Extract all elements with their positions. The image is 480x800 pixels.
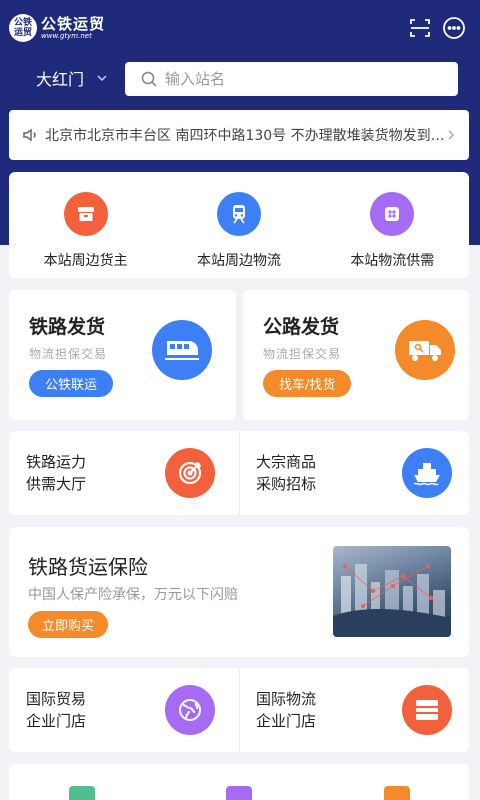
city-name: 大红门 [36, 70, 85, 89]
quick-link-label: 本站周边物流 [196, 253, 281, 269]
chevron-right-icon [448, 130, 455, 140]
rail-shipping-card[interactable]: 铁路发货 物流担保交易 公铁联运 [9, 290, 236, 420]
insurance-title: 铁路货运保险 [28, 555, 148, 579]
train-icon [216, 192, 261, 236]
road-shipping-subtitle: 物流担保交易 [263, 347, 342, 361]
rail-capacity-hall[interactable]: 铁路运力 供需大厅 [9, 431, 239, 515]
city-selector[interactable]: 大红门 [36, 66, 108, 90]
intl-trade-line2: 企业门店 [26, 712, 87, 730]
logistics-city-image [333, 546, 451, 637]
scan-icon[interactable] [408, 16, 432, 40]
international-trade-stores[interactable]: 国际贸易 企业门店 [9, 668, 239, 752]
shortcut-icon-orange[interactable] [384, 786, 410, 800]
quick-link-label: 本站物流供需 [350, 253, 435, 269]
buy-now-button[interactable]: 立即购买 [28, 611, 109, 638]
quick-link-nearby-shippers[interactable]: 本站周边货主 [9, 172, 162, 278]
bulk-commodity-line2: 采购招标 [256, 475, 317, 493]
globe-icon [165, 685, 215, 735]
quick-links-card: 本站周边货主 本站周边物流 本站物流供需 [9, 172, 469, 278]
chevron-down-icon [97, 75, 107, 82]
speaker-icon [23, 128, 36, 142]
train-icon [152, 320, 212, 380]
insurance-subtitle: 中国人保产险承保，万元以下闪赔 [28, 587, 238, 603]
shop-icon [63, 192, 108, 236]
quick-link-supply-demand[interactable]: 本站物流供需 [316, 172, 469, 278]
road-shipping-card[interactable]: 公路发货 物流担保交易 找车/找货 [243, 290, 469, 420]
search-icon [141, 71, 157, 87]
more-icon[interactable] [442, 16, 466, 40]
target-icon [165, 448, 215, 498]
international-logistics-stores[interactable]: 国际物流 企业门店 [239, 668, 469, 752]
station-search[interactable] [125, 62, 458, 96]
ship-icon [402, 448, 452, 498]
bulk-commodity-line1: 大宗商品 [256, 453, 317, 471]
quick-link-label: 本站周边货主 [43, 253, 128, 269]
rail-capacity-line2: 供需大厅 [26, 475, 87, 493]
rail-shipping-subtitle: 物流担保交易 [29, 347, 108, 361]
rail-shipping-title: 铁路发货 [29, 316, 106, 338]
capacity-row-card: 铁路运力 供需大厅 大宗商品 采购招标 [9, 431, 469, 515]
search-input[interactable] [165, 70, 445, 88]
shortcut-icon-purple[interactable] [226, 786, 252, 800]
logo-url: www.gtym.net [41, 31, 92, 40]
rail-capacity-line1: 铁路运力 [26, 453, 87, 471]
notice-bar[interactable]: 北京市北京市丰台区 南四环中路130号 不办理散堆装货物发到，不办理整车货物 [9, 110, 469, 160]
international-row-card: 国际贸易 企业门店 国际物流 企业门店 [9, 668, 469, 752]
top-bar: 公铁运贸 公铁运贸 www.gtym.net [0, 0, 480, 56]
rail-road-combined-button[interactable]: 公铁联运 [29, 370, 114, 397]
intl-logistics-line2: 企业门店 [256, 712, 317, 730]
road-shipping-title: 公路发货 [263, 316, 340, 338]
intl-logistics-line1: 国际物流 [256, 690, 317, 708]
box-grid-icon [370, 192, 415, 236]
bottom-shortcuts-card [9, 764, 469, 800]
intl-trade-line1: 国际贸易 [26, 690, 87, 708]
truck-icon [395, 320, 455, 380]
bulk-commodity-tender[interactable]: 大宗商品 采购招标 [239, 431, 469, 515]
notice-text: 北京市北京市丰台区 南四环中路130号 不办理散堆装货物发到，不办理整车货物 [45, 128, 445, 144]
quick-link-nearby-logistics[interactable]: 本站周边物流 [162, 172, 315, 278]
rail-insurance-card[interactable]: 铁路货运保险 中国人保产险承保，万元以下闪赔 立即购买 [9, 527, 469, 657]
logo-title: 公铁运贸 [41, 14, 106, 33]
app-logo: 公铁运贸 公铁运贸 www.gtym.net [9, 14, 105, 42]
logo-badge: 公铁运贸 [9, 14, 37, 42]
find-truck-cargo-button[interactable]: 找车/找货 [263, 370, 352, 397]
store-icon [402, 685, 452, 735]
shortcut-icon-green[interactable] [69, 786, 95, 800]
